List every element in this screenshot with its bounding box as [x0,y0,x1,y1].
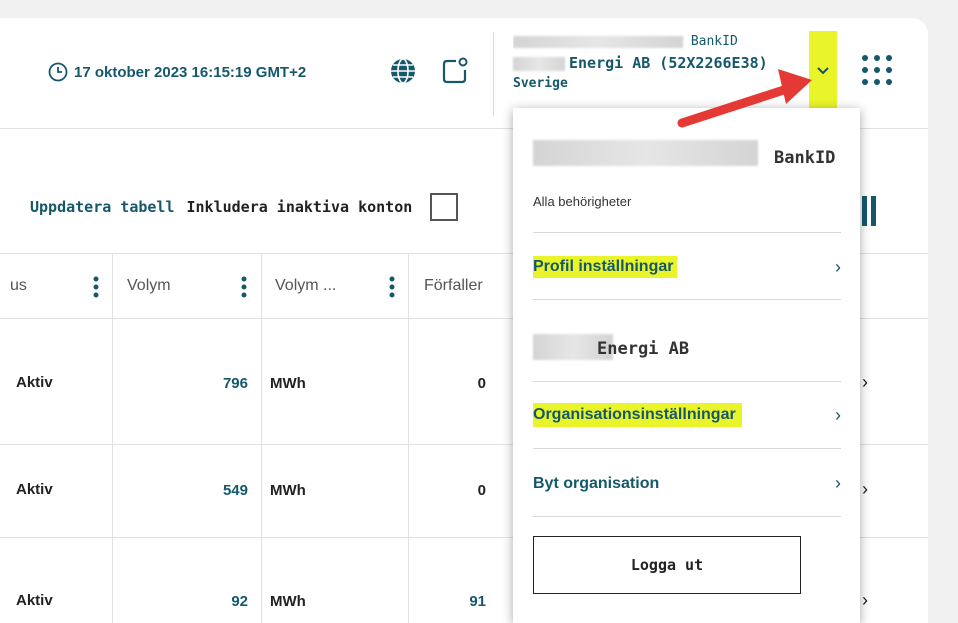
globe-icon[interactable] [388,56,418,86]
notification-icon[interactable] [440,56,470,86]
cell-status: Aktiv [16,374,53,391]
menu-divider [533,516,841,517]
chevron-right-icon: › [835,256,841,277]
redacted-name [533,140,758,166]
column-menu-icon[interactable] [240,276,248,298]
redacted-name [513,35,683,48]
include-inactive-checkbox[interactable] [430,193,459,221]
user-org-line: Energi AB (52X2266E38) [513,54,803,72]
user-country: Sverige [513,76,568,91]
menu-user-auth: BankID [774,148,836,168]
menu-divider [533,299,841,300]
include-inactive-label: Inkludera inaktiva konton [186,198,413,216]
datetime-display: 17 oktober 2023 16:15:19 GMT+2 [48,62,306,82]
chevron-down-icon [817,67,829,75]
menu-divider [533,232,841,233]
user-name-line: BankID [513,34,803,52]
cell-due[interactable]: 91 [450,593,486,610]
column-menu-icon[interactable] [92,276,100,298]
column-settings-icon[interactable] [860,196,880,226]
organisation-settings-link[interactable]: Organisationsinställningar › [533,403,841,427]
organisation-settings-label: Organisationsinställningar [533,403,742,427]
cell-volume[interactable]: 796 [200,375,248,392]
col-header-due[interactable]: Förfaller [424,254,483,318]
cell-due: 0 [477,482,486,499]
cell-due: 0 [477,375,486,392]
column-divider [408,318,409,623]
col-header-status[interactable]: us [10,254,27,318]
row-chevron-right-icon[interactable]: › [862,372,868,393]
menu-divider [533,448,841,449]
update-table-link[interactable]: Uppdatera tabell [30,198,175,216]
datetime-text: 17 oktober 2023 16:15:19 GMT+2 [74,63,307,81]
apps-grid-icon[interactable] [860,53,894,87]
cell-unit: MWh [270,375,306,392]
cell-volume[interactable]: 549 [200,482,248,499]
column-divider [408,254,409,318]
column-divider [261,318,262,623]
column-menu-icon[interactable] [388,276,396,298]
redacted-org [513,57,565,71]
clock-icon [48,62,68,82]
user-info[interactable]: BankID Energi AB (52X2266E38) Sverige [513,34,803,91]
profile-settings-label: Profil inställningar [533,256,678,278]
column-divider [112,318,113,623]
profile-settings-link[interactable]: Profil inställningar › [533,256,841,278]
account-dropdown-toggle[interactable] [809,31,837,111]
account-dropdown-menu: BankID Alla behörigheter Profil inställn… [513,108,860,623]
cell-status: Aktiv [16,481,53,498]
col-header-volume[interactable]: Volym [127,254,171,318]
column-divider [112,254,113,318]
menu-user-name: BankID [533,140,841,170]
menu-org-label: Energi AB [597,339,690,359]
menu-org-name: Energi AB [533,334,841,362]
row-chevron-right-icon[interactable]: › [862,590,868,611]
column-divider [261,254,262,318]
chevron-right-icon: › [835,404,841,425]
cell-unit: MWh [270,482,306,499]
row-chevron-right-icon[interactable]: › [862,479,868,500]
header-divider [493,32,494,116]
cell-volume[interactable]: 92 [200,593,248,610]
col-header-volume-unit[interactable]: Volym ... [275,254,336,318]
user-org-text: Energi AB (52X2266E38) [569,54,768,72]
logout-button[interactable]: Logga ut [533,536,801,594]
switch-organisation-link[interactable]: Byt organisation › [533,473,841,494]
menu-divider [533,381,841,382]
cell-status: Aktiv [16,592,53,609]
table-toolbar: Uppdatera tabell Inkludera inaktiva kont… [30,193,459,221]
cell-unit: MWh [270,593,306,610]
menu-permissions: Alla behörigheter [533,194,632,209]
user-auth-method: BankID [690,34,738,49]
switch-organisation-label: Byt organisation [533,474,660,492]
chevron-right-icon: › [835,473,841,493]
